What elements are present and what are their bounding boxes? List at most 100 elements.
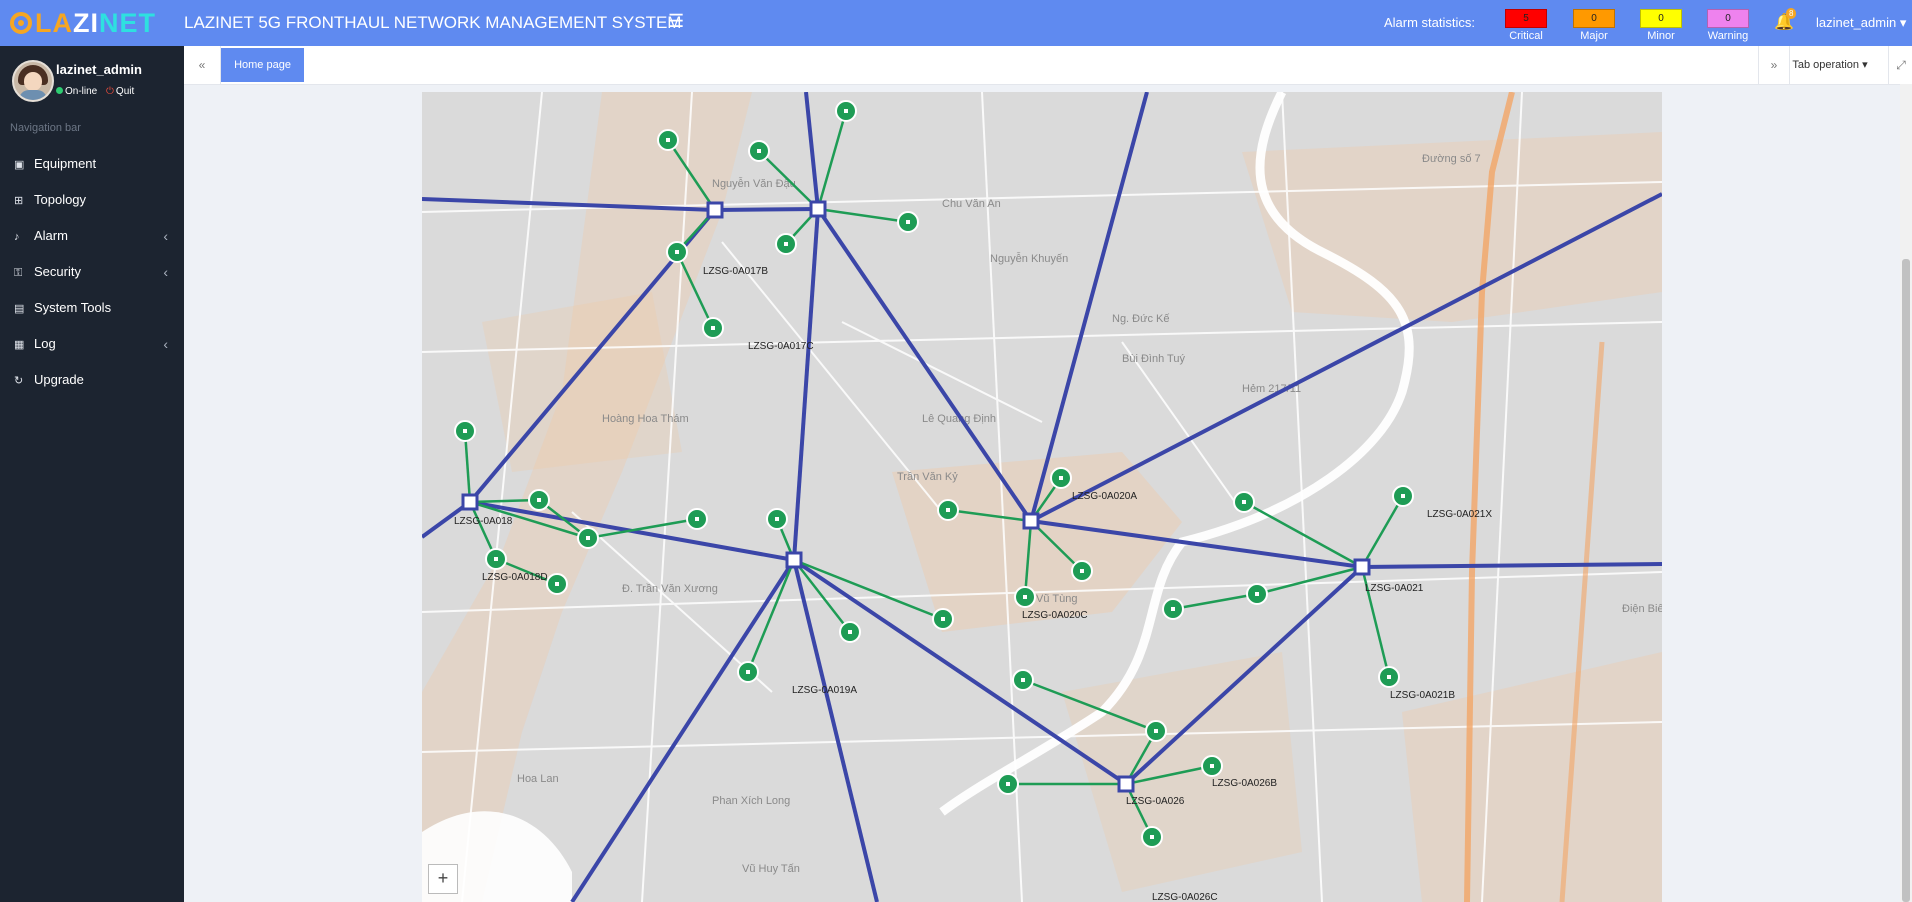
sidebar-item-topology[interactable]: ⊞ Topology	[0, 182, 184, 218]
alarm-minor[interactable]: 0 Minor	[1640, 9, 1682, 42]
topology-map-canvas[interactable]: Chu Văn An Nguyễn Khuyến Lê Quang Định B…	[422, 92, 1662, 902]
street-label: Đường số 7	[1422, 153, 1481, 165]
bell-icon: ♪	[14, 231, 20, 243]
node-label: LZSG-0A017C	[748, 341, 814, 352]
alarm-warning-count: 0	[1707, 9, 1749, 28]
chart-icon: ▤	[14, 303, 25, 315]
power-icon: ⏻	[106, 86, 114, 97]
sidebar-username: lazinet_admin	[56, 62, 142, 77]
tab-home-page[interactable]: Home page	[221, 48, 304, 82]
sidebar-item-security[interactable]: ⚿ Security ‹	[0, 254, 184, 290]
street-label: Ng. Đức Kế	[1112, 313, 1170, 325]
sidebar: lazinet_admin On-line ⏻ Quit Navigation b…	[0, 46, 184, 902]
alarm-major[interactable]: 0 Major	[1573, 9, 1615, 42]
hub-node[interactable]	[706, 201, 724, 219]
user-menu[interactable]: lazinet_admin ▾	[1816, 15, 1906, 31]
sidebar-item-equipment[interactable]: ▣ Equipment	[0, 146, 184, 182]
online-status: On-line	[56, 86, 97, 97]
street-label: Vũ Huy Tấn	[742, 863, 800, 875]
alarm-critical-count: 5	[1505, 9, 1547, 28]
menu-toggle-icon[interactable]: ☰	[668, 11, 684, 32]
node-label: LZSG-0A018D	[482, 572, 548, 583]
page-scrollbar[interactable]	[1900, 84, 1912, 902]
sidebar-item-label: Equipment	[34, 156, 97, 171]
node-label: LZSG-0A021B	[1390, 690, 1455, 701]
system-title: LAZINET 5G FRONTHAUL NETWORK MANAGEMENT …	[184, 13, 682, 32]
tab-scroll-right-icon[interactable]: »	[1758, 46, 1789, 84]
lazinet-logo: LAZINET	[10, 6, 156, 40]
node-label: LZSG-0A018	[454, 516, 513, 527]
street-label: Hoa Lan	[517, 773, 559, 785]
hub-node[interactable]	[1353, 558, 1371, 576]
alarm-warning[interactable]: 0 Warning	[1707, 9, 1749, 42]
sidebar-item-system-tools[interactable]: ▤ System Tools	[0, 290, 184, 326]
fullscreen-icon[interactable]: ⤢	[1888, 46, 1912, 84]
sidebar-item-label: Upgrade	[34, 372, 84, 387]
equipment-icon: ▣	[14, 159, 25, 171]
sidebar-nav: ▣ Equipment ⊞ Topology ♪ Alarm ‹ ⚿ Security ‹ …	[0, 146, 184, 398]
alarm-critical-label: Critical	[1509, 30, 1543, 42]
logo-text: LAZINET	[35, 8, 156, 39]
file-icon: ▦	[14, 339, 25, 351]
online-status-label: On-line	[65, 86, 98, 97]
map-background: Chu Văn An Nguyễn Khuyến Lê Quang Định B…	[422, 92, 1662, 902]
logo-signal-icon	[10, 12, 32, 34]
chevron-left-icon: ‹	[163, 264, 168, 280]
alarm-critical[interactable]: 5 Critical	[1505, 9, 1547, 42]
sidebar-item-label: Topology	[34, 192, 87, 207]
street-label: Nguyễn Văn Đậu	[712, 177, 796, 190]
scrollbar-thumb[interactable]	[1902, 259, 1910, 902]
street-label: Trần Văn Kỷ	[897, 471, 958, 483]
alarm-warning-label: Warning	[1707, 30, 1749, 42]
avatar	[12, 60, 54, 102]
topology-map[interactable]: Chu Văn An Nguyễn Khuyến Lê Quang Định B…	[422, 92, 1662, 902]
node-label: LZSG-0A021X	[1427, 509, 1492, 520]
logo-text-part: NET	[99, 7, 156, 38]
street-label: Nguyễn Khuyến	[990, 252, 1068, 265]
sidebar-item-label: Log	[34, 336, 56, 351]
street-label: Đ. Trần Văn Xương	[622, 583, 718, 595]
quit-label: Quit	[115, 86, 135, 97]
node-label: LZSG-0A026B	[1212, 778, 1277, 789]
hub-node[interactable]	[1022, 512, 1040, 530]
sidebar-item-upgrade[interactable]: ↻ Upgrade	[0, 362, 184, 398]
hub-node[interactable]	[1117, 775, 1135, 793]
hub-node[interactable]	[809, 200, 827, 218]
sidebar-item-log[interactable]: ▦ Log ‹	[0, 326, 184, 362]
street-label: Bùi Đình Tuý	[1122, 353, 1185, 365]
key-icon: ⚿	[14, 267, 23, 279]
sidebar-item-label: Alarm	[34, 228, 68, 243]
node-label: LZSG-0A020A	[1072, 491, 1137, 502]
zoom-in-button[interactable]: +	[428, 864, 458, 894]
node-label: LZSG-0A019A	[792, 685, 857, 696]
node-label: LZSG-0A020C	[1022, 610, 1088, 621]
alarm-statistics-title: Alarm statistics:	[1384, 15, 1476, 30]
street-label: Hoàng Hoa Thám	[602, 413, 689, 425]
logo-text-part: ZI	[73, 7, 99, 38]
alarm-minor-label: Minor	[1647, 30, 1675, 42]
street-label: Điện Biên Phủ	[1622, 603, 1662, 615]
hub-node[interactable]	[461, 493, 479, 511]
sidebar-item-alarm[interactable]: ♪ Alarm ‹	[0, 218, 184, 254]
online-dot-icon	[56, 87, 63, 94]
tab-bar: « Home page » Tab operation ▾ ⤢	[184, 46, 1912, 85]
node-label: LZSG-0A021	[1365, 583, 1424, 594]
alarm-major-count: 0	[1573, 9, 1615, 28]
chevron-left-icon: ‹	[163, 228, 168, 244]
top-header: LAZINET LAZINET 5G FRONTHAUL NETWORK MAN…	[0, 0, 1912, 46]
node-label: LZSG-0A017B	[703, 266, 768, 277]
sidebar-item-label: System Tools	[34, 300, 112, 315]
street-label: Phan Xích Long	[712, 795, 790, 807]
alarm-major-label: Major	[1580, 30, 1608, 42]
node-label: LZSG-0A026C	[1152, 892, 1218, 902]
chevron-left-icon: ‹	[163, 336, 168, 352]
sidebar-item-label: Security	[34, 264, 81, 279]
tab-operation-dropdown[interactable]: Tab operation ▾	[1789, 46, 1870, 84]
tab-scroll-left-icon[interactable]: «	[184, 46, 221, 84]
nav-heading: Navigation bar	[10, 122, 81, 134]
hub-node[interactable]	[785, 551, 803, 569]
notification-badge: 8	[1786, 8, 1797, 19]
quit-link[interactable]: ⏻ Quit	[106, 86, 134, 97]
node-label: LZSG-0A026	[1126, 796, 1185, 807]
trunk-link	[714, 207, 819, 212]
